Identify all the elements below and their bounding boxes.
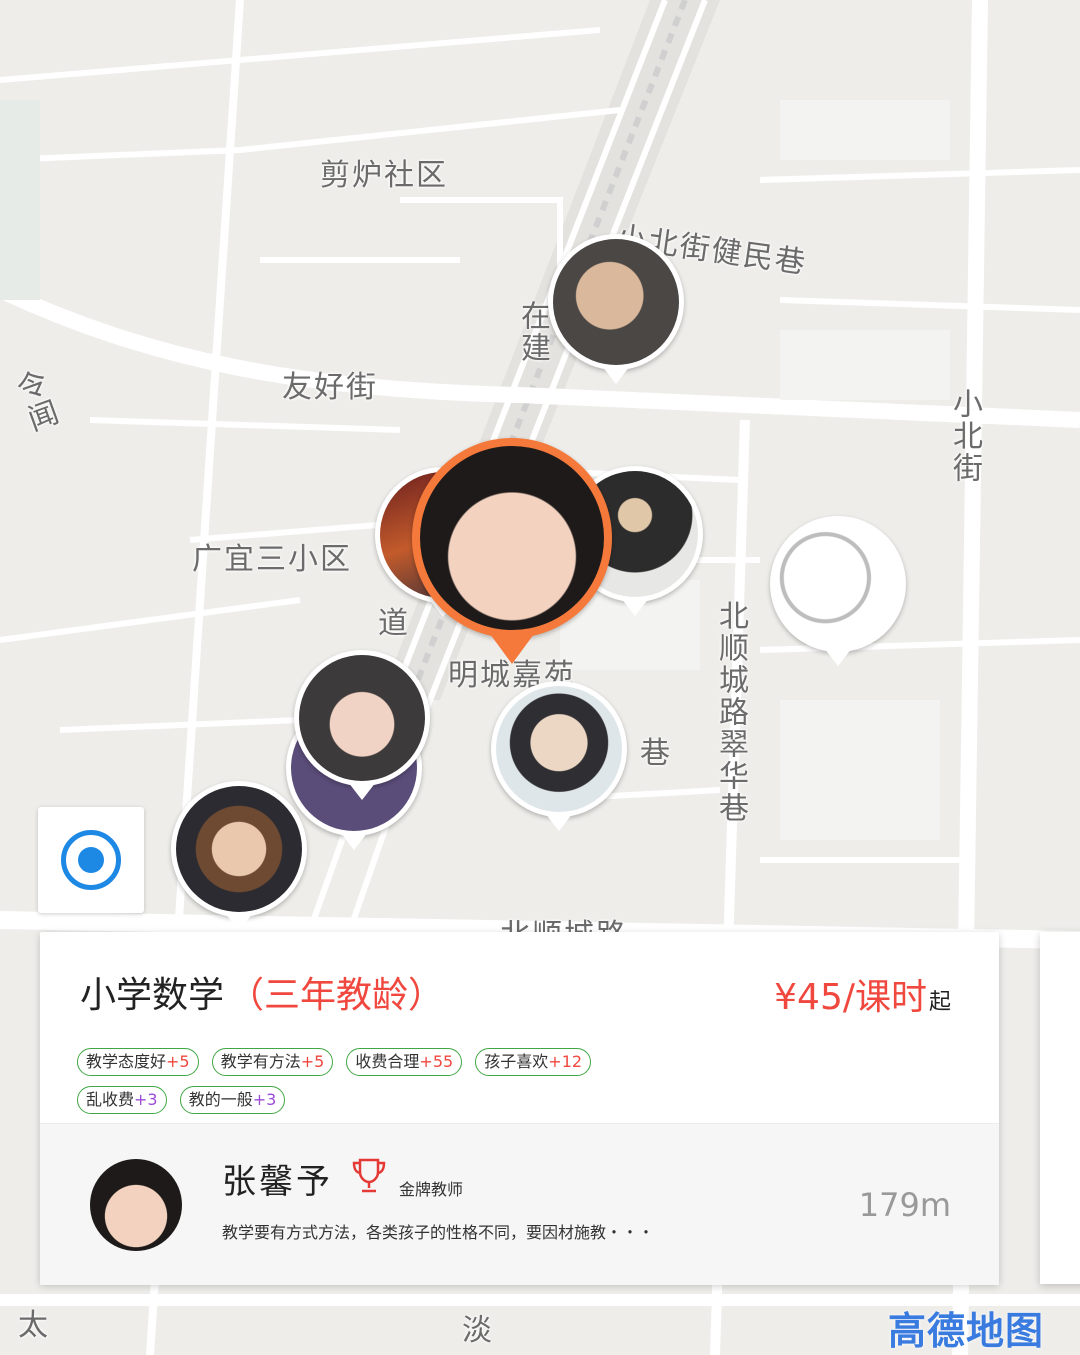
teacher-pin[interactable] bbox=[294, 650, 430, 800]
map-label-dan: 淡 bbox=[462, 1313, 494, 1348]
review-tag: 孩子喜欢+12 bbox=[475, 1048, 592, 1076]
next-card-peek[interactable] bbox=[1040, 932, 1080, 1284]
amap-logo: 高德地图 bbox=[888, 1309, 1045, 1353]
experience-label: （三年教龄） bbox=[228, 975, 445, 1016]
review-tags: 教学态度好+5 教学有方法+5 收费合理+55 孩子喜欢+12 乱收费+3 教的… bbox=[77, 1048, 677, 1124]
review-tag: 教学有方法+5 bbox=[211, 1048, 334, 1076]
teacher-avatar-icon bbox=[553, 239, 679, 365]
locate-me-button[interactable] bbox=[38, 807, 144, 913]
teacher-pin[interactable] bbox=[491, 681, 627, 831]
map-label-tai: 太 bbox=[18, 1308, 50, 1343]
distance-label: 179m bbox=[858, 1186, 951, 1224]
teacher-pin[interactable] bbox=[171, 781, 307, 931]
price-value: ¥45/课时 bbox=[774, 977, 927, 1018]
teacher-pin[interactable] bbox=[548, 234, 684, 384]
map-label-jianlu: 剪炉社区 bbox=[320, 158, 448, 193]
location-icon bbox=[61, 830, 121, 890]
selected-teacher-pin[interactable] bbox=[412, 438, 612, 664]
map-label-zaijian: 在建 bbox=[515, 300, 550, 364]
teacher-pin[interactable] bbox=[770, 516, 906, 666]
review-tag: 乱收费+3 bbox=[77, 1086, 167, 1114]
price-label: ¥45/课时起 bbox=[774, 968, 951, 1020]
avatar bbox=[90, 1159, 182, 1251]
map-label-road-dao: 道 bbox=[378, 606, 410, 641]
teacher-avatar-icon bbox=[176, 786, 302, 912]
map-label-xiang: 巷 bbox=[640, 736, 672, 771]
map-label-xiaobeijie: 小北街 bbox=[947, 388, 982, 484]
teacher-card[interactable]: 小学数学 （三年教龄） ¥45/课时起 教学态度好+5 教学有方法+5 收费合理+… bbox=[40, 932, 999, 1285]
teacher-info[interactable]: 张馨予 金牌教师 教学要有方式方法，各类孩子的性格不同，要因材施教・・・ 179… bbox=[40, 1123, 999, 1285]
teacher-description: 教学要有方式方法，各类孩子的性格不同，要因材施教・・・ bbox=[222, 1223, 655, 1242]
teacher-rank: 金牌教师 bbox=[399, 1180, 464, 1199]
trophy-icon bbox=[352, 1158, 386, 1193]
teacher-name: 张馨予 bbox=[222, 1162, 333, 1202]
teacher-avatar-icon bbox=[775, 521, 901, 647]
teacher-avatar-icon bbox=[496, 686, 622, 812]
teacher-avatar-icon bbox=[299, 655, 425, 781]
subject-label: 小学数学 bbox=[80, 975, 225, 1016]
course-title: 小学数学 （三年教龄） bbox=[80, 966, 444, 1018]
teacher-avatar-icon bbox=[420, 446, 604, 630]
review-tag: 教学态度好+5 bbox=[77, 1048, 199, 1076]
review-tag: 教的一般+3 bbox=[179, 1086, 286, 1114]
map-label-beishun-cuihua: 北顺城路翠华巷 bbox=[713, 600, 748, 824]
map-label-guangyi: 广宜三小区 bbox=[192, 542, 352, 577]
review-tag: 收费合理+55 bbox=[346, 1048, 463, 1076]
map-label-youhaojie: 友好街 bbox=[282, 370, 378, 405]
price-suffix: 起 bbox=[928, 990, 951, 1015]
